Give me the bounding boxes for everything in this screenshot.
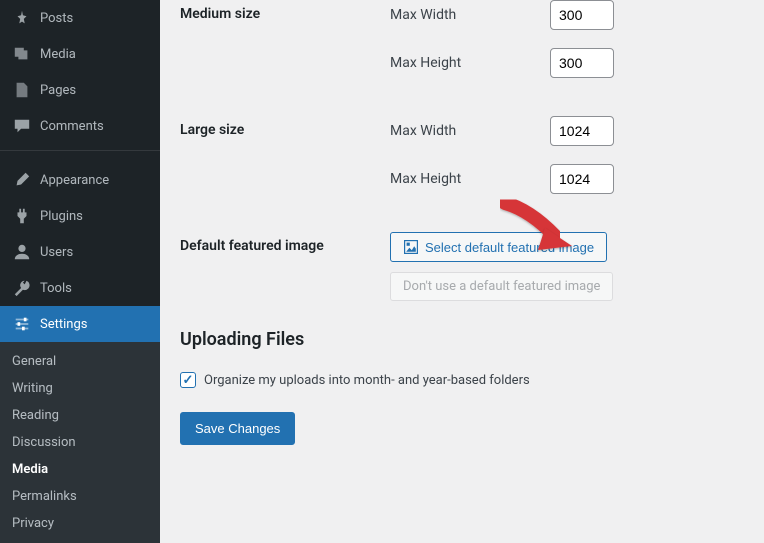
submenu-general[interactable]: General xyxy=(0,348,160,375)
comments-icon xyxy=(12,116,32,136)
menu-separator xyxy=(0,150,160,162)
sidebar-item-plugins[interactable]: Plugins xyxy=(0,198,160,234)
select-featured-image-button[interactable]: Select default featured image xyxy=(390,232,607,262)
large-width-input[interactable] xyxy=(550,116,614,146)
sidebar-item-pages[interactable]: Pages xyxy=(0,72,160,108)
plug-icon xyxy=(12,206,32,226)
max-height-label: Max Height xyxy=(390,171,550,187)
max-width-label: Max Width xyxy=(390,123,550,139)
menu-label: Appearance xyxy=(40,173,109,188)
submenu-privacy[interactable]: Privacy xyxy=(0,510,160,537)
max-width-label: Max Width xyxy=(390,7,550,23)
admin-sidebar: Posts Media Pages Comments Appearance Pl… xyxy=(0,0,160,536)
sidebar-item-appearance[interactable]: Appearance xyxy=(0,162,160,198)
menu-label: Posts xyxy=(40,11,73,26)
settings-content: Medium size Max Width Max Height Large s… xyxy=(160,0,764,536)
menu-label: Media xyxy=(40,47,76,62)
media-icon xyxy=(12,44,32,64)
medium-height-input[interactable] xyxy=(550,48,614,78)
sidebar-item-tools[interactable]: Tools xyxy=(0,270,160,306)
submenu-discussion[interactable]: Discussion xyxy=(0,429,160,456)
organize-uploads-label: Organize my uploads into month- and year… xyxy=(204,373,530,388)
organize-uploads-row: ✓ Organize my uploads into month- and ye… xyxy=(180,372,744,388)
menu-label: Pages xyxy=(40,83,76,98)
medium-size-label: Medium size xyxy=(180,0,390,96)
medium-width-input[interactable] xyxy=(550,0,614,30)
menu-label: Plugins xyxy=(40,209,83,224)
brush-icon xyxy=(12,170,32,190)
large-size-label: Large size xyxy=(180,116,390,212)
large-size-row: Large size Max Width Max Height xyxy=(180,116,744,212)
submenu-media[interactable]: Media xyxy=(0,456,160,483)
submenu-permalinks[interactable]: Permalinks xyxy=(0,483,160,510)
pin-icon xyxy=(12,8,32,28)
sidebar-item-users[interactable]: Users xyxy=(0,234,160,270)
menu-label: Settings xyxy=(40,317,87,332)
menu-label: Comments xyxy=(40,119,104,134)
remove-featured-image-button: Don't use a default featured image xyxy=(390,272,613,301)
sidebar-item-posts[interactable]: Posts xyxy=(0,0,160,36)
featured-image-row: Default featured image Select default fe… xyxy=(180,232,744,301)
medium-size-row: Medium size Max Width Max Height xyxy=(180,0,744,96)
large-height-input[interactable] xyxy=(550,164,614,194)
pages-icon xyxy=(12,80,32,100)
menu-label: Tools xyxy=(40,281,72,296)
settings-submenu: General Writing Reading Discussion Media… xyxy=(0,342,160,543)
submenu-reading[interactable]: Reading xyxy=(0,402,160,429)
save-changes-button[interactable]: Save Changes xyxy=(180,412,295,445)
image-icon xyxy=(403,239,419,255)
menu-label: Users xyxy=(40,245,73,260)
max-height-label: Max Height xyxy=(390,55,550,71)
sidebar-item-settings[interactable]: Settings xyxy=(0,306,160,342)
uploading-files-heading: Uploading Files xyxy=(180,329,744,350)
user-icon xyxy=(12,242,32,262)
organize-uploads-checkbox[interactable]: ✓ xyxy=(180,372,196,388)
featured-image-label: Default featured image xyxy=(180,232,390,301)
sidebar-item-comments[interactable]: Comments xyxy=(0,108,160,144)
select-featured-image-label: Select default featured image xyxy=(425,240,594,255)
sidebar-item-media[interactable]: Media xyxy=(0,36,160,72)
wrench-icon xyxy=(12,278,32,298)
submenu-writing[interactable]: Writing xyxy=(0,375,160,402)
sliders-icon xyxy=(12,314,32,334)
